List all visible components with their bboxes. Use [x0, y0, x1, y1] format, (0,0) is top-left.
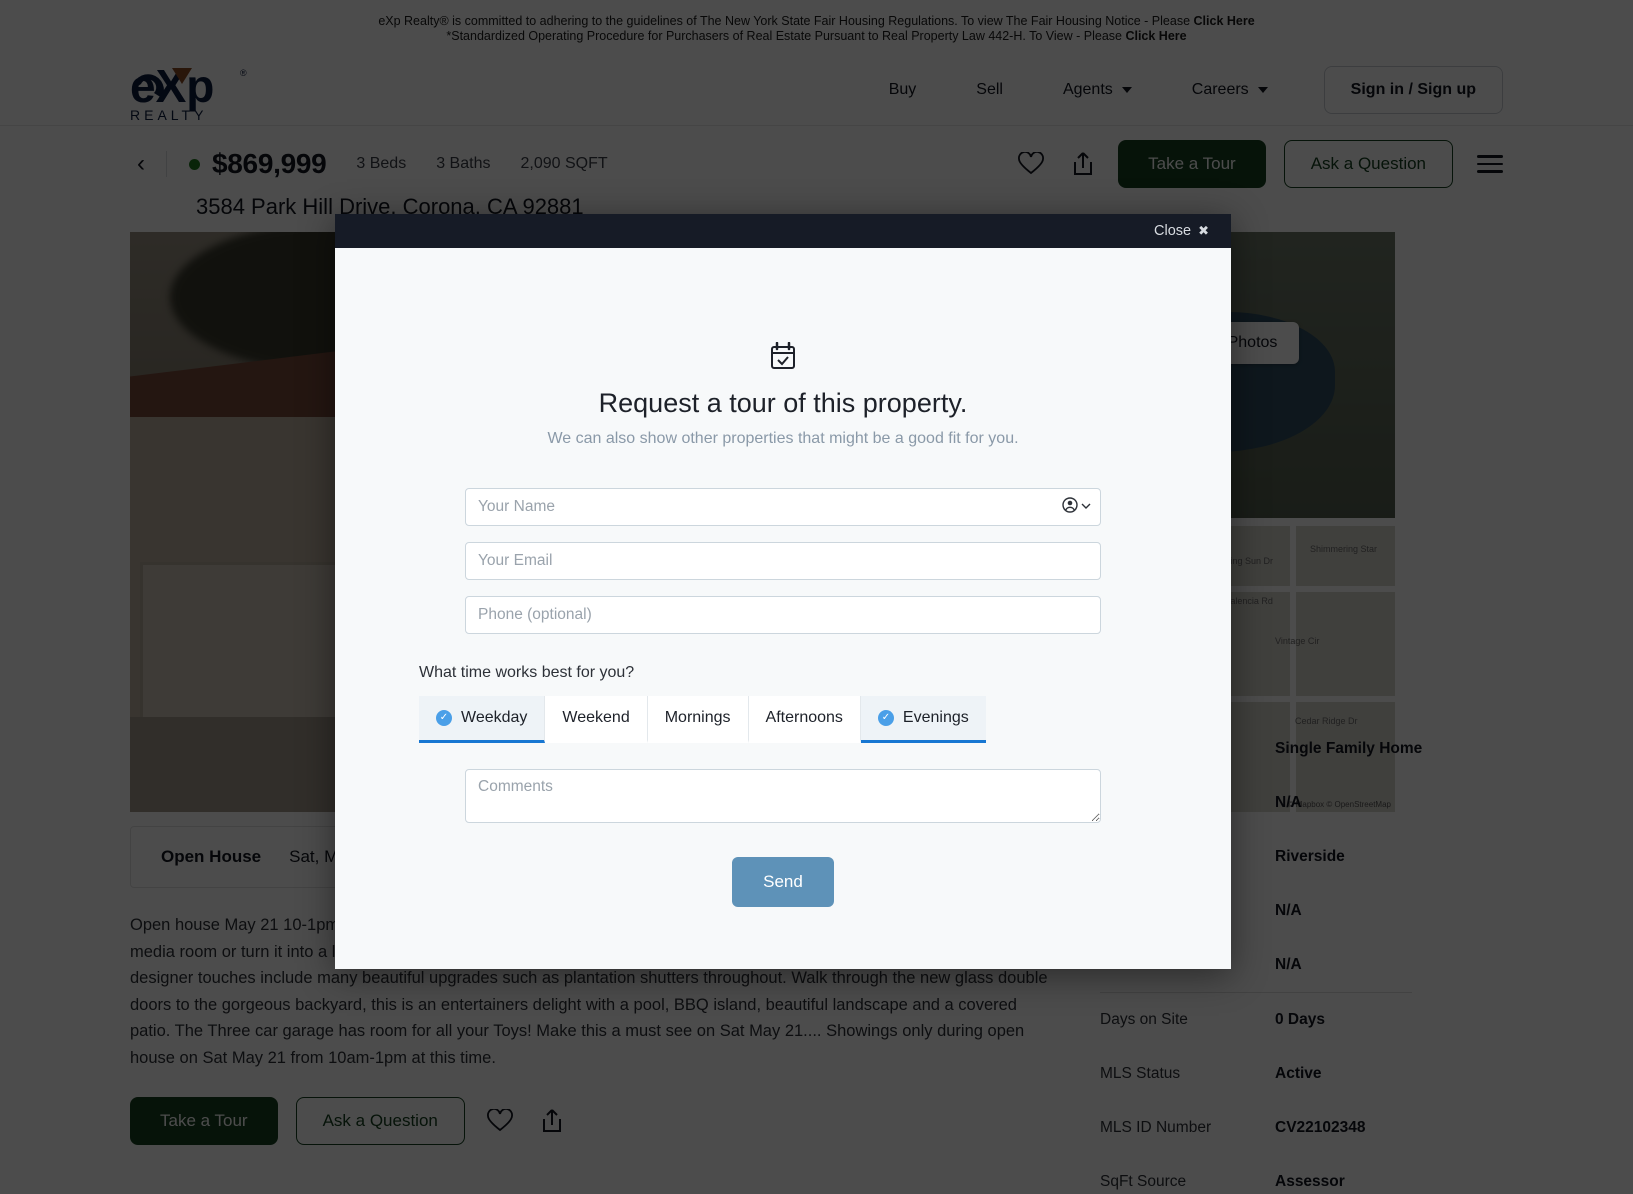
close-x-icon: ✖ — [1198, 223, 1209, 238]
modal-subtitle: We can also show other properties that m… — [547, 430, 1019, 447]
close-button[interactable]: Close ✖ — [1154, 223, 1209, 239]
time-option-weekday[interactable]: ✓ Weekday — [419, 696, 546, 743]
time-option-weekday-label: Weekday — [461, 709, 528, 726]
name-input[interactable] — [465, 488, 1101, 526]
page-root: eXp Realty® is committed to adhering to … — [0, 0, 1633, 1194]
name-field-wrap — [465, 488, 1101, 542]
request-tour-modal: Close ✖ Request a tour of this property.… — [335, 214, 1231, 969]
time-option-evenings[interactable]: ✓ Evenings — [860, 696, 986, 743]
time-option-evenings-label: Evenings — [902, 709, 969, 726]
modal-body: Request a tour of this property. We can … — [335, 248, 1231, 969]
modal-header: Close ✖ — [335, 214, 1231, 248]
time-preference-chips: ✓ Weekday Weekend Mornings Afternoons ✓ … — [419, 696, 1231, 743]
tour-request-form — [465, 488, 1101, 650]
check-icon: ✓ — [877, 710, 894, 726]
time-option-weekend[interactable]: Weekend — [545, 696, 648, 743]
calendar-check-icon — [335, 342, 1231, 370]
comments-textarea[interactable] — [465, 769, 1101, 823]
send-button[interactable]: Send — [732, 857, 834, 907]
time-preference-question: What time works best for you? — [419, 664, 635, 681]
modal-title: Request a tour of this property. — [598, 388, 968, 418]
send-button-row: Send — [335, 857, 1231, 907]
email-input[interactable] — [465, 542, 1101, 580]
time-option-mornings-label: Mornings — [664, 709, 731, 726]
close-button-label: Close — [1154, 223, 1192, 239]
check-icon: ✓ — [436, 710, 452, 726]
time-option-weekend-label: Weekend — [562, 709, 630, 726]
time-option-afternoons-label: Afternoons — [765, 709, 843, 726]
time-option-mornings[interactable]: Mornings — [647, 696, 749, 743]
phone-input[interactable] — [465, 596, 1101, 634]
time-option-afternoons[interactable]: Afternoons — [748, 696, 861, 743]
